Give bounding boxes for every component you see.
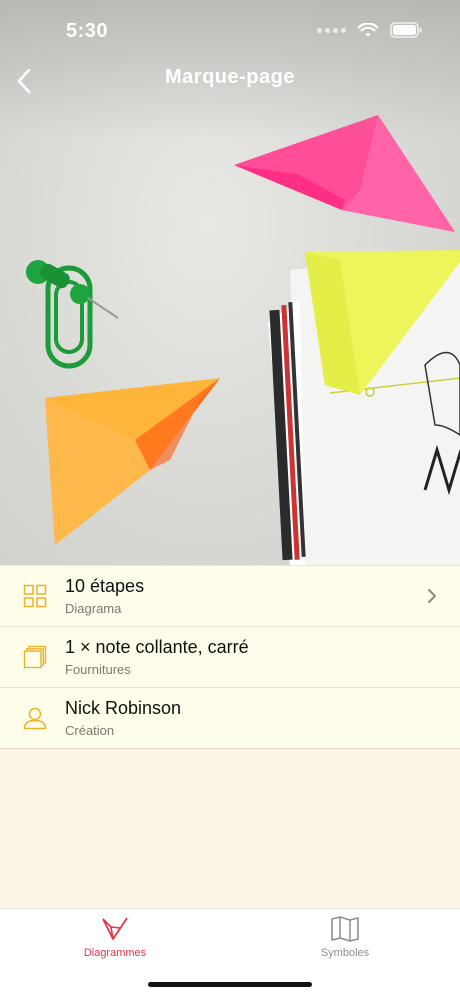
battery-icon (390, 22, 422, 38)
home-indicator (148, 982, 312, 987)
list-item-title: Nick Robinson (65, 698, 182, 718)
map-icon (331, 916, 359, 942)
signal-icon (317, 27, 346, 33)
status-icons (317, 22, 422, 38)
list-item-title: 1 × note collante, carré (65, 637, 249, 657)
tab-label: Diagrammes (83, 947, 147, 959)
list-item-subtitle: Diagrama (65, 601, 122, 616)
list-item-title: 10 étapes (65, 576, 145, 596)
tab-diagrammes[interactable]: Diagrammes (45, 915, 185, 965)
list-item-supplies: 1 × note collante, carré Fournitures (0, 627, 460, 688)
list-item-creator: Nick Robinson Création (0, 688, 460, 748)
wifi-icon (358, 22, 378, 37)
tab-symboles[interactable]: Symboles (275, 915, 415, 965)
chevron-right-icon (428, 589, 436, 603)
origami-fold-icon (102, 917, 128, 940)
status-time: 5:30 (66, 20, 109, 42)
list-item-subtitle: Fournitures (65, 662, 131, 677)
status-bar: 5:30 (0, 0, 460, 60)
list-item-steps[interactable]: 10 étapes Diagrama (0, 566, 460, 627)
person-icon (23, 707, 47, 730)
list-item-subtitle: Création (65, 723, 115, 738)
tab-label: Symboles (320, 947, 370, 959)
stacked-paper-icon (23, 645, 47, 669)
details-list: 10 étapes Diagrama 1 × note collante, ca… (0, 565, 460, 749)
grid-icon (23, 584, 47, 608)
page-title: Marque-page (165, 66, 295, 88)
